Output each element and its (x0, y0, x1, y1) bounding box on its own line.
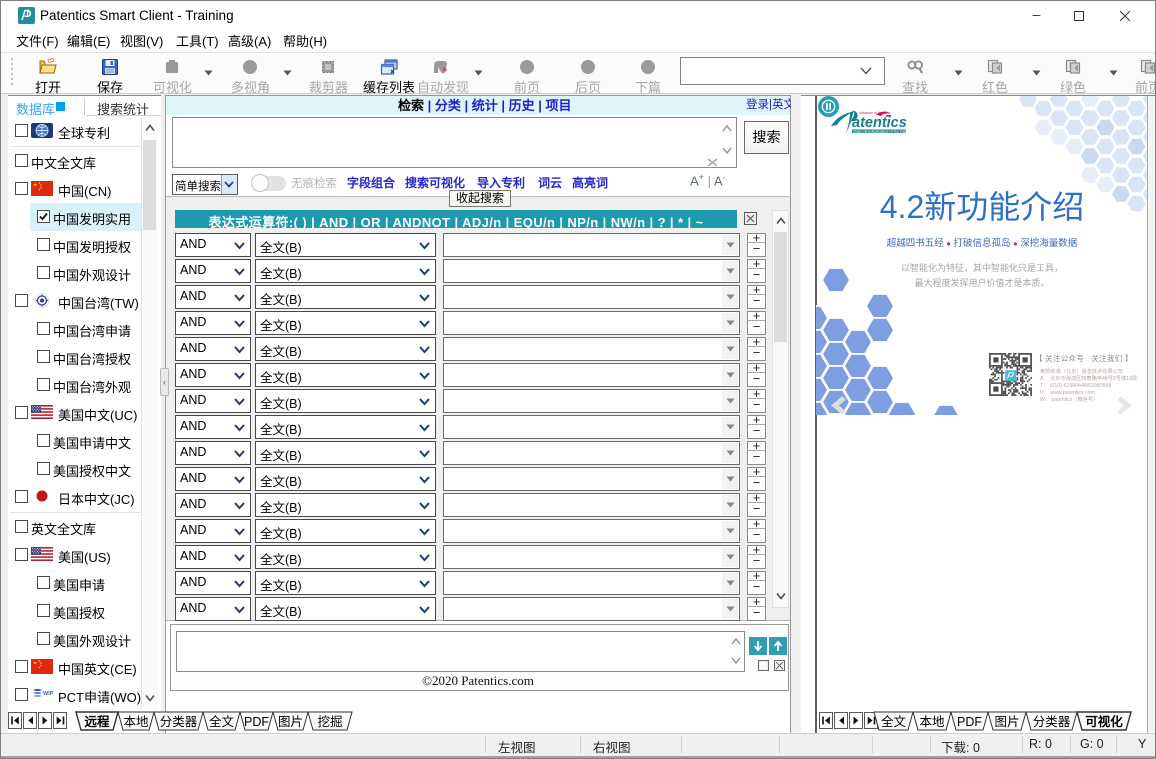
svg-text:全文: 全文 (881, 714, 907, 729)
svg-text:分类器: 分类器 (1033, 715, 1071, 729)
svg-text:PDF: PDF (957, 715, 982, 729)
svg-text:本地: 本地 (919, 715, 945, 729)
svg-text:图片: 图片 (994, 715, 1019, 729)
svg-text:可视化: 可视化 (1085, 714, 1123, 729)
